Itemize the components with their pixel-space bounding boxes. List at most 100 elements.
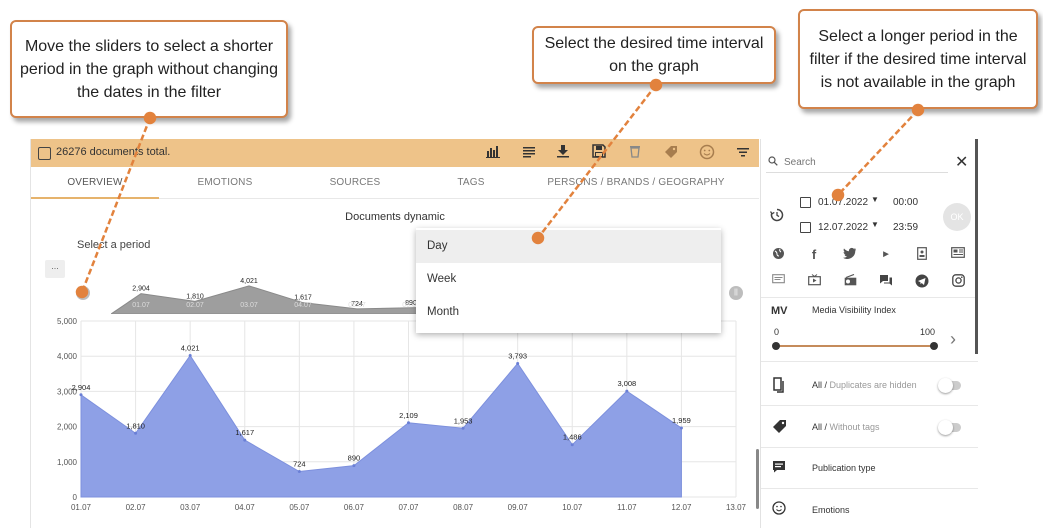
x-tick-label: 03.07 <box>180 503 201 512</box>
chart-title: Documents dynamic <box>345 211 445 223</box>
x-tick-label: 08.07 <box>453 503 474 512</box>
navigator-x-label: 03.07 <box>240 302 258 309</box>
data-point <box>516 361 520 365</box>
divider <box>761 297 978 298</box>
chart-scrollbar[interactable] <box>756 449 759 509</box>
select-period-label: Select a period <box>77 239 151 251</box>
select-all-checkbox[interactable] <box>38 147 51 160</box>
more-button[interactable]: ... <box>45 260 65 278</box>
data-label: 1,617 <box>235 428 254 437</box>
calendar-from-icon[interactable] <box>800 197 811 208</box>
bar-chart-icon[interactable] <box>484 144 502 162</box>
close-icon[interactable]: ✕ <box>955 152 968 172</box>
main-app: 26276 documents total. OVERVIEW EMOTIONS… <box>30 139 759 528</box>
date-to-caret-icon[interactable]: ▼ <box>871 220 879 229</box>
interval-option-week[interactable]: Week <box>416 263 721 296</box>
publication-type-filter[interactable]: Publication type <box>812 463 876 473</box>
y-tick-label: 1,000 <box>57 458 78 467</box>
navigator-x-label: 04.07 <box>294 302 312 309</box>
y-tick-label: 5,000 <box>57 317 78 326</box>
data-label: 724 <box>293 460 306 469</box>
tag-icon[interactable] <box>662 144 680 162</box>
navigator-x-label: 05.07 <box>348 302 366 309</box>
download-icon[interactable] <box>554 144 572 162</box>
forum-icon[interactable] <box>878 274 894 290</box>
comment-icon[interactable] <box>770 274 786 290</box>
web-icon[interactable] <box>770 247 786 263</box>
x-tick-label: 06.07 <box>344 503 365 512</box>
ok-button[interactable]: OK <box>943 203 971 231</box>
tags-toggle[interactable] <box>938 420 961 435</box>
data-point <box>570 443 574 447</box>
delete-icon[interactable] <box>626 144 644 162</box>
interval-option-day[interactable]: Day <box>416 230 721 263</box>
data-label: 1,959 <box>672 416 691 425</box>
mv-slider-track[interactable] <box>775 345 934 347</box>
calendar-to-icon[interactable] <box>800 222 811 233</box>
tab-emotions[interactable]: EMOTIONS <box>159 167 291 199</box>
data-label: 4,021 <box>181 343 200 352</box>
tab-tags[interactable]: TAGS <box>419 167 523 199</box>
contact-card-icon[interactable] <box>914 247 930 263</box>
save-icon[interactable] <box>590 144 608 162</box>
interval-option-month[interactable]: Month <box>416 296 721 329</box>
data-point <box>461 426 465 430</box>
data-label: 3,008 <box>617 379 636 388</box>
data-point <box>625 389 629 393</box>
time-from[interactable]: 00:00 <box>893 197 918 208</box>
mv-min: 0 <box>774 327 780 337</box>
callout-sliders: Move the sliders to select a shorter per… <box>10 20 288 118</box>
tag-icon <box>771 419 787 435</box>
mv-slider-min-handle[interactable] <box>772 342 780 350</box>
search-input[interactable] <box>782 154 942 170</box>
youtube-icon[interactable]: ▶ <box>878 247 894 263</box>
mv-abbr: MV <box>771 305 788 317</box>
x-tick-label: 09.07 <box>508 503 529 512</box>
panel-scrollbar[interactable] <box>975 139 978 354</box>
tab-persons-brands-geography[interactable]: PERSONS / BRANDS / GEOGRAPHY <box>536 167 736 199</box>
video-icon[interactable] <box>806 274 822 290</box>
time-to[interactable]: 23:59 <box>893 222 918 233</box>
facebook-icon[interactable]: f <box>806 247 822 263</box>
divider <box>761 488 978 489</box>
data-label: 890 <box>348 454 361 463</box>
duplicates-filter: All / Duplicates are hidden <box>812 380 917 390</box>
y-tick-label: 4,000 <box>57 352 78 361</box>
duplicates-icon <box>771 377 787 393</box>
news-icon[interactable] <box>950 247 966 263</box>
telegram-icon[interactable] <box>914 274 930 290</box>
filter-icon[interactable] <box>734 144 752 162</box>
mv-max: 100 <box>920 327 936 337</box>
search-icon <box>768 156 778 169</box>
mv-slider-max-handle[interactable] <box>930 342 938 350</box>
data-point <box>297 470 301 474</box>
emotion-icon[interactable] <box>698 144 716 162</box>
divider <box>761 447 978 448</box>
duplicates-filter-state: Duplicates are hidden <box>829 380 917 390</box>
data-label: 1,486 <box>563 433 582 442</box>
list-icon[interactable] <box>520 144 538 162</box>
duplicates-filter-label: All / <box>812 380 828 390</box>
date-from-caret-icon[interactable]: ▼ <box>871 195 879 204</box>
navigator-right-handle[interactable]: || <box>729 286 743 300</box>
twitter-icon[interactable] <box>842 247 858 263</box>
x-tick-label: 11.07 <box>617 503 637 512</box>
instagram-icon[interactable] <box>950 274 966 290</box>
chevron-right-icon[interactable]: › <box>950 329 956 350</box>
tab-bar: OVERVIEW EMOTIONS SOURCES TAGS PERSONS /… <box>31 167 759 199</box>
x-tick-label: 05.07 <box>289 503 310 512</box>
documents-area-chart: 01,0002,0003,0004,0005,00001.07 02.07 03.0… <box>57 317 747 512</box>
emotion-icon <box>771 501 787 517</box>
history-icon[interactable] <box>769 208 784 225</box>
emotions-filter[interactable]: Emotions <box>812 505 850 515</box>
navigator-left-handle[interactable]: || <box>76 286 90 300</box>
duplicates-toggle[interactable] <box>938 378 961 393</box>
tab-sources[interactable]: SOURCES <box>291 167 419 199</box>
date-to[interactable]: 12.07.2022 <box>818 222 868 233</box>
data-label: 3,793 <box>508 351 527 360</box>
tab-overview[interactable]: OVERVIEW <box>31 167 159 199</box>
data-label: 1,810 <box>126 421 145 430</box>
tags-filter: All / Without tags <box>812 422 880 432</box>
date-from[interactable]: 01.07.2022 <box>818 197 868 208</box>
radio-icon[interactable] <box>842 273 858 290</box>
